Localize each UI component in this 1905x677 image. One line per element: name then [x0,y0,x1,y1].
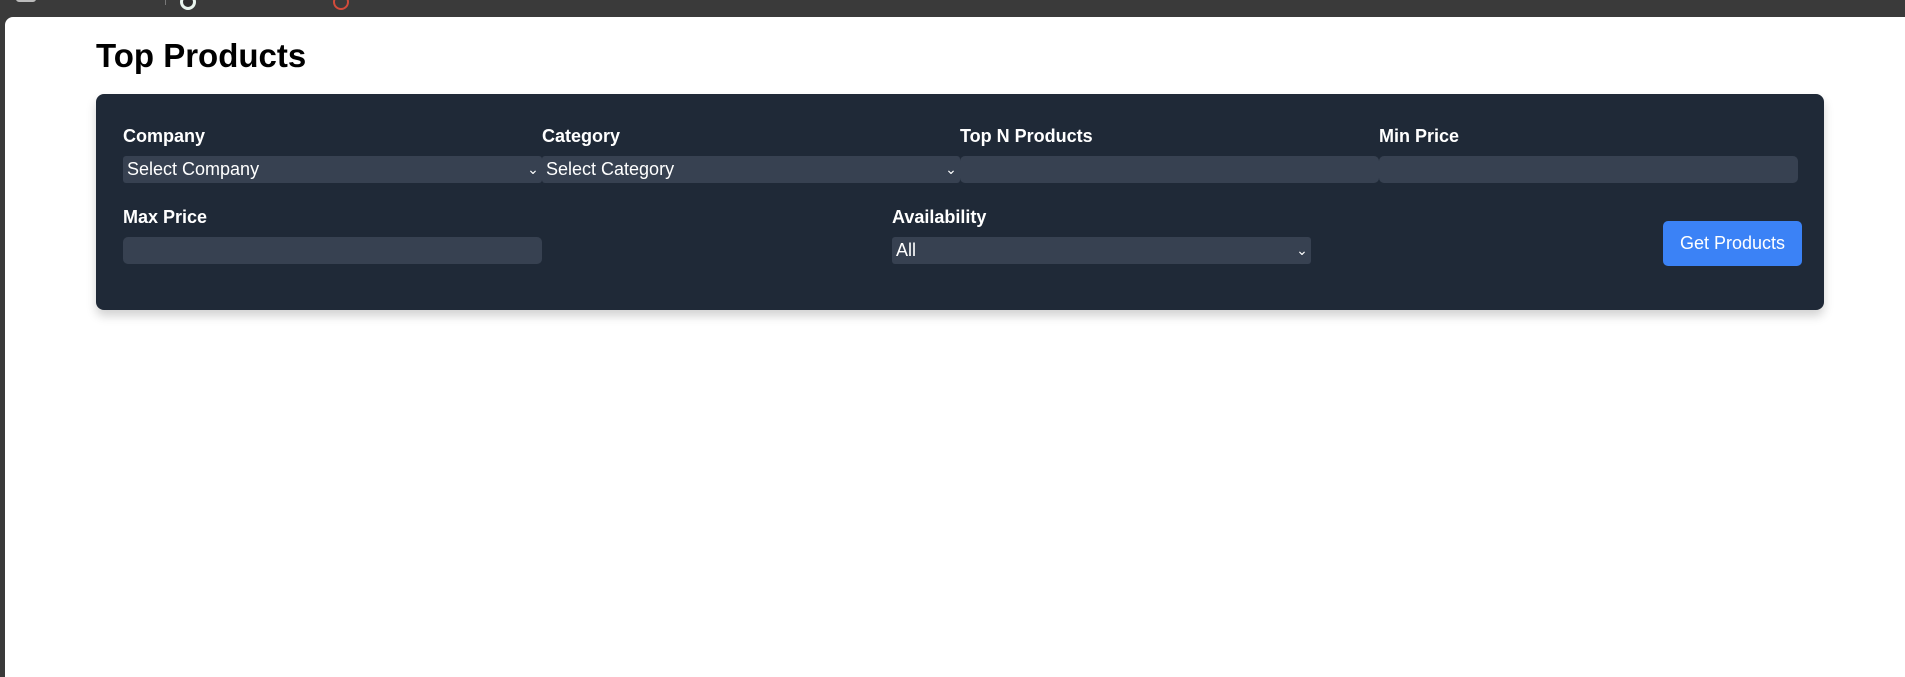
chevron-down-icon: ⌄ [527,161,539,177]
chevron-down-icon: ⌄ [945,161,957,177]
tab-icon [16,0,36,2]
top-n-input[interactable] [960,156,1379,183]
get-products-button[interactable]: Get Products [1663,221,1802,266]
bookmark-icon[interactable] [333,0,349,10]
company-select-value: Select Company [127,159,260,179]
availability-label: Availability [892,207,987,227]
company-label: Company [123,126,206,146]
category-label: Category [542,126,621,146]
min-price-input[interactable] [1379,156,1798,183]
toolbar-divider [165,0,166,5]
availability-select-value: All [896,240,917,260]
max-price-field: Max Price [123,206,542,264]
top-n-label: Top N Products [960,126,1093,146]
category-field: Category Select Category ⌄ [542,125,960,183]
category-select[interactable]: Select Category ⌄ [542,156,960,183]
min-price-label: Min Price [1379,126,1460,146]
max-price-input[interactable] [123,237,542,264]
browser-toolbar-strip [0,0,1905,17]
category-select-value: Select Category [546,159,675,179]
max-price-label: Max Price [123,207,208,227]
company-select[interactable]: Select Company ⌄ [123,156,542,183]
company-field: Company Select Company ⌄ [123,125,542,183]
chevron-down-icon: ⌄ [1296,242,1308,258]
page-title: Top Products [96,37,307,74]
top-n-field: Top N Products [960,125,1379,183]
page-content: Top Products Company Select Company ⌄ Ca… [5,17,1905,677]
availability-field: Availability All ⌄ [892,206,1311,264]
bookmark-icon[interactable] [180,0,196,10]
availability-select[interactable]: All ⌄ [892,237,1311,264]
min-price-field: Min Price [1379,125,1798,183]
filter-panel: Company Select Company ⌄ Category Select… [96,94,1824,310]
